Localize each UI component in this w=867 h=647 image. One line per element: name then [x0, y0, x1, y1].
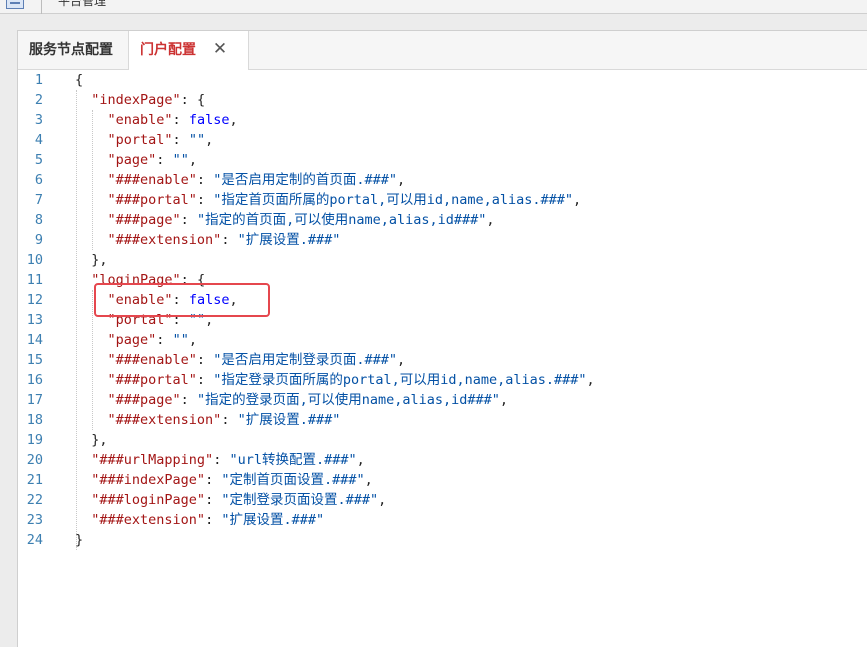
line-number: 10	[26, 252, 43, 268]
code-text: "###extension": "扩展设置.###"	[91, 512, 325, 528]
code-text: "###portal": "指定首页面所属的portal,可以用id,name,…	[107, 192, 582, 208]
line-number: 1	[34, 72, 43, 88]
line-number: 20	[26, 452, 43, 468]
line-number: 6	[34, 172, 43, 188]
code-line[interactable]: 23 "###extension": "扩展设置.###"	[18, 510, 867, 530]
line-number: 11	[26, 272, 43, 288]
code-line[interactable]: 22 "###loginPage": "定制登录页面设置.###",	[18, 490, 867, 510]
code-line[interactable]: 1{	[18, 70, 867, 90]
tab-label: 服务节点配置	[29, 42, 113, 58]
line-number: 4	[34, 132, 43, 148]
code-text: "###page": "指定的首页面,可以使用name,alias,id###"…	[107, 212, 495, 228]
code-line[interactable]: 9 "###extension": "扩展设置.###"	[18, 230, 867, 250]
code-line[interactable]: 4 "portal": "",	[18, 130, 867, 150]
code-text: "indexPage": {	[91, 92, 206, 108]
code-line[interactable]: 15 "###enable": "是否启用定制登录页面.###",	[18, 350, 867, 370]
code-line[interactable]: 6 "###enable": "是否启用定制的首页面.###",	[18, 170, 867, 190]
code-text: "###enable": "是否启用定制的首页面.###",	[107, 172, 406, 188]
window-titlebar: 平台管理	[0, 0, 867, 14]
code-text: "###urlMapping": "url转换配置.###",	[91, 452, 365, 468]
line-number: 5	[34, 152, 43, 168]
line-number: 23	[26, 512, 43, 528]
code-text: "###page": "指定的登录页面,可以使用name,alias,id###…	[107, 392, 509, 408]
line-number: 14	[26, 332, 43, 348]
line-number: 8	[34, 212, 43, 228]
code-line[interactable]: 20 "###urlMapping": "url转换配置.###",	[18, 450, 867, 470]
line-number: 21	[26, 472, 43, 488]
code-line[interactable]: 17 "###page": "指定的登录页面,可以使用name,alias,id…	[18, 390, 867, 410]
code-line[interactable]: 21 "###indexPage": "定制首页面设置.###",	[18, 470, 867, 490]
code-text: "###extension": "扩展设置.###"	[107, 412, 341, 428]
line-number: 22	[26, 492, 43, 508]
code-text: "###extension": "扩展设置.###"	[107, 232, 341, 248]
tab-portal-config[interactable]: 门户配置 ✕	[128, 31, 249, 71]
code-text: "page": "",	[107, 332, 197, 348]
breadcrumb: 平台管理	[58, 0, 107, 8]
line-number: 15	[26, 352, 43, 368]
code-line[interactable]: 18 "###extension": "扩展设置.###"	[18, 410, 867, 430]
code-text: "page": "",	[107, 152, 197, 168]
code-line[interactable]: 16 "###portal": "指定登录页面所属的portal,可以用id,n…	[18, 370, 867, 390]
code-text: "###indexPage": "定制首页面设置.###",	[91, 472, 373, 488]
line-number: 17	[26, 392, 43, 408]
code-text: },	[75, 432, 108, 448]
line-number: 2	[34, 92, 43, 108]
code-line[interactable]: 24}	[18, 530, 867, 550]
tab-service-node-config[interactable]: 服务节点配置	[18, 31, 130, 70]
code-text: "enable": false,	[107, 112, 238, 128]
code-editor[interactable]: 1{2 "indexPage": {3 "enable": false, 4 "p…	[18, 70, 867, 647]
app-icon	[6, 0, 24, 9]
titlebar-divider	[41, 0, 42, 14]
tab-bar: 服务节点配置 门户配置 ✕	[18, 31, 867, 71]
code-line[interactable]: 8 "###page": "指定的首页面,可以使用name,alias,id##…	[18, 210, 867, 230]
line-number: 9	[34, 232, 43, 248]
tab-label: 门户配置	[140, 42, 196, 58]
line-number: 18	[26, 412, 43, 428]
line-number: 16	[26, 372, 43, 388]
code-line[interactable]: 10 },	[18, 250, 867, 270]
close-icon[interactable]: ✕	[212, 31, 228, 69]
line-number: 19	[26, 432, 43, 448]
code-line[interactable]: 14 "page": "",	[18, 330, 867, 350]
code-line[interactable]: 7 "###portal": "指定首页面所属的portal,可以用id,nam…	[18, 190, 867, 210]
code-text: {	[75, 72, 84, 88]
code-line[interactable]: 3 "enable": false,	[18, 110, 867, 130]
code-line[interactable]: 19 },	[18, 430, 867, 450]
highlight-box	[94, 283, 270, 317]
line-number: 3	[34, 112, 43, 128]
code-text: }	[75, 532, 84, 548]
code-text: "###portal": "指定登录页面所属的portal,可以用id,name…	[107, 372, 595, 388]
code-line[interactable]: 5 "page": "",	[18, 150, 867, 170]
code-text: "###loginPage": "定制登录页面设置.###",	[91, 492, 387, 508]
code-text: },	[75, 252, 108, 268]
code-text: "portal": "",	[107, 132, 214, 148]
code-text: "###enable": "是否启用定制登录页面.###",	[107, 352, 406, 368]
line-number: 12	[26, 292, 43, 308]
code-line[interactable]: 2 "indexPage": {	[18, 90, 867, 110]
config-panel: 服务节点配置 门户配置 ✕ 1{2 "indexPage": {3 "enabl…	[17, 30, 867, 647]
line-number: 13	[26, 312, 43, 328]
line-number: 7	[34, 192, 43, 208]
line-number: 24	[26, 532, 43, 548]
